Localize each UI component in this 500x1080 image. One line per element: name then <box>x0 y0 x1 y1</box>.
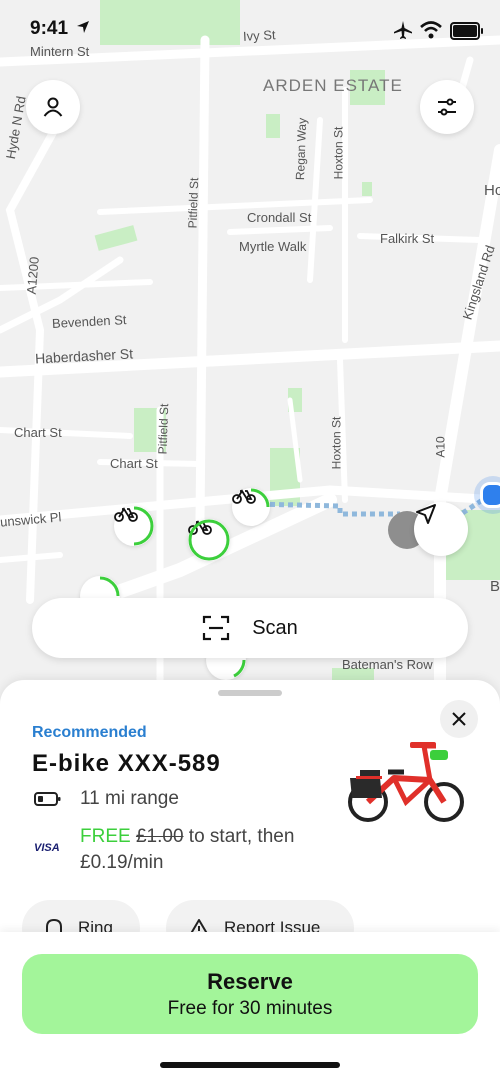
status-time: 9:41 <box>30 18 91 40</box>
street-label: A10 <box>433 436 448 458</box>
wifi-icon <box>420 21 442 39</box>
street-label: Ho <box>484 182 500 199</box>
street-label: Mintern St <box>30 44 90 59</box>
price-free: FREE <box>80 826 131 847</box>
sheet-drag-handle[interactable] <box>218 690 282 696</box>
visa-card-icon: VISA <box>34 842 60 854</box>
scan-label: Scan <box>252 616 298 639</box>
filter-sliders-icon <box>438 98 456 116</box>
bike-marker[interactable] <box>232 488 270 526</box>
recommended-tag: Recommended <box>32 724 147 741</box>
location-arrow-icon <box>416 504 436 524</box>
battery-ring <box>188 519 230 561</box>
pricing-text: FREE £1.00 to start, then £0.19/min <box>80 824 340 876</box>
reserve-subtitle: Free for 30 minutes <box>167 997 333 1019</box>
street-label: Hoxton St <box>331 126 346 180</box>
street-label: B <box>490 578 500 595</box>
profile-icon <box>43 97 63 117</box>
bike-marker[interactable] <box>188 519 230 561</box>
battery-status-icon <box>450 22 483 40</box>
location-dot-core <box>480 482 500 508</box>
street-label: Chart St <box>14 425 62 440</box>
location-services-icon <box>77 21 90 33</box>
bike-name: E-bike XXX-589 <box>32 750 221 777</box>
navigate-button[interactable] <box>414 502 468 556</box>
street-label: Hoxton St <box>329 416 344 470</box>
battery-ring <box>133 506 154 546</box>
street-label: Falkirk St <box>380 231 435 246</box>
close-icon <box>452 712 466 726</box>
time-text: 9:41 <box>30 18 69 39</box>
range-text: 11 mi range <box>80 788 179 809</box>
street-label: Crondall St <box>247 210 312 225</box>
street-label: Myrtle Walk <box>239 239 307 254</box>
airplane-mode-icon <box>394 21 412 39</box>
profile-button[interactable] <box>26 80 80 134</box>
street-label: Chart St <box>110 456 158 471</box>
price-old: £1.00 <box>135 826 184 847</box>
home-indicator[interactable] <box>160 1062 340 1068</box>
reserve-title: Reserve <box>207 968 293 994</box>
street-label: Pitfield St <box>185 177 202 229</box>
filter-button[interactable] <box>420 80 474 134</box>
street-label: Ivy St <box>242 27 276 44</box>
street-label: Pitfield St <box>155 403 172 455</box>
street-label: Bateman's Row <box>342 657 433 672</box>
bike-marker[interactable] <box>114 506 154 546</box>
close-button[interactable] <box>440 700 478 738</box>
reserve-footer: Reserve Free for 30 minutes <box>0 932 500 1080</box>
battery-ring <box>250 488 270 508</box>
scan-button[interactable]: Scan <box>32 598 468 658</box>
ebike-image <box>348 742 464 822</box>
area-label: ARDEN ESTATE <box>263 76 403 95</box>
street-label: Regan Way <box>293 117 310 181</box>
range-row: 11 mi range <box>34 788 179 810</box>
pricing-row: VISA FREE £1.00 to start, then £0.19/min <box>34 824 340 876</box>
scan-frame-icon <box>203 615 230 641</box>
battery-icon <box>34 792 61 806</box>
reserve-button[interactable]: Reserve Free for 30 minutes <box>22 954 478 1034</box>
